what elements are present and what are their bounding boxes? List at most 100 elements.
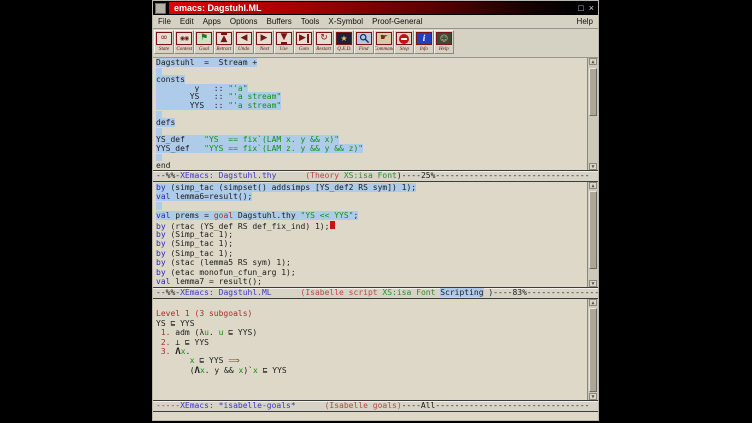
buffer-dagstuhl-thy[interactable]: Dagstuhl = Stream +consts y :: "'a" YS :… xyxy=(153,58,598,170)
context-button[interactable]: ◉◉ Context xyxy=(174,30,194,54)
buffer-isabelle-goals[interactable]: Level 1 (3 subgoals)YS ⊑ YYS 1. adm (λu.… xyxy=(153,299,598,400)
minibuffer[interactable] xyxy=(153,412,598,420)
scroll-down-icon[interactable]: ▼ xyxy=(589,393,597,400)
qed-button[interactable]: ★ Q.E.D. xyxy=(334,30,354,54)
use-button[interactable]: ▼ Use xyxy=(274,30,294,54)
modeline-dagstuhl-ml: --%%-XEmacs: Dagstuhl.ML (Isabelle scrip… xyxy=(153,287,598,299)
goto-button[interactable]: ▶ Goto xyxy=(294,30,314,54)
screen: emacs: Dagstuhl.ML □ × File Edit Apps Op… xyxy=(0,0,752,423)
next-button[interactable]: ▶ Next xyxy=(254,30,274,54)
retract-icon: ▲ xyxy=(216,32,232,45)
code-line: by (Simp_tac 1); xyxy=(156,249,584,258)
scroll-down-icon[interactable]: ▼ xyxy=(589,163,597,170)
window-menu-button[interactable] xyxy=(155,3,166,14)
code-line: by (Simp_tac 1); xyxy=(156,239,584,248)
selection-strip xyxy=(156,111,162,118)
menu-edit[interactable]: Edit xyxy=(180,17,194,26)
scrollbar[interactable]: ▲▼ xyxy=(587,182,598,287)
state-icon: ∞ xyxy=(156,32,172,45)
menu-options[interactable]: Options xyxy=(230,17,258,26)
code-line: by (stac (lemma5 RS sym) 1); xyxy=(156,258,584,267)
code-line: val prems = goal Dagstuhl.thy "YS << YYS… xyxy=(156,211,584,220)
scroll-up-icon[interactable]: ▲ xyxy=(589,58,597,65)
modeline-isabelle-goals: -----XEmacs: *isabelle-goals* (Isabelle … xyxy=(153,400,598,412)
selection-strip xyxy=(156,154,162,161)
command-button[interactable]: ☛ Command xyxy=(374,30,394,54)
scrollbar[interactable]: ▲▼ xyxy=(587,299,598,400)
qed-icon: ★ xyxy=(336,32,352,45)
code-line: val lemma6=result(); xyxy=(156,192,584,201)
code-line xyxy=(156,300,584,309)
goal-flag-icon: ⚑ xyxy=(196,32,212,45)
scroll-up-icon[interactable]: ▲ xyxy=(589,299,597,306)
code-line: Dagstuhl = Stream + xyxy=(156,59,584,68)
scrollbar-thumb[interactable] xyxy=(589,191,597,269)
goal-button[interactable]: ⚑ Goal xyxy=(194,30,214,54)
code-line: YYS_def "YYS == fix`(LAM z. y && y && z)… xyxy=(156,145,584,154)
code-line: 1. adm (λu. u ⊑ YYS) xyxy=(156,328,584,337)
xemacs-window: emacs: Dagstuhl.ML □ × File Edit Apps Op… xyxy=(152,0,599,421)
code-line: YS ⊑ YYS xyxy=(156,319,584,328)
stop-sign-icon xyxy=(396,32,412,45)
title-bar: emacs: Dagstuhl.ML □ × xyxy=(153,1,598,15)
code-line: end xyxy=(156,162,584,170)
context-icon: ◉◉ xyxy=(176,32,192,45)
undo-arrow-icon: ◀ xyxy=(236,32,252,45)
code-line: val lemma7 = result(); xyxy=(156,277,584,286)
selection-strip xyxy=(156,202,162,210)
state-button[interactable]: ∞ State xyxy=(154,30,174,54)
restart-icon: ↻ xyxy=(316,32,332,45)
code-line: x ⊑ YYS ⟹ xyxy=(156,356,584,365)
buffer-dagstuhl-ml[interactable]: by (simp_tac (simpset() addsimps [YS_def… xyxy=(153,182,598,287)
menu-apps[interactable]: Apps xyxy=(203,17,221,26)
code-line: 2. ⊥ ⊑ YYS xyxy=(156,338,584,347)
text-cursor xyxy=(330,221,335,229)
restart-button[interactable]: ↻ Restart xyxy=(314,30,334,54)
code-line: (Λx. y && x)`x ⊑ YYS xyxy=(156,366,584,375)
menu-tools[interactable]: Tools xyxy=(301,17,320,26)
scrollbar-thumb[interactable] xyxy=(589,68,597,116)
use-icon: ▼ xyxy=(276,32,292,45)
code-line: Level 1 (3 subgoals) xyxy=(156,309,584,318)
menu-help[interactable]: Help xyxy=(577,17,593,26)
close-icon[interactable]: × xyxy=(589,3,594,13)
menu-bar: File Edit Apps Options Buffers Tools X-S… xyxy=(153,15,598,29)
code-line: by (rtac (YS_def RS def_fix_ind) 1); xyxy=(156,221,584,230)
modeline-dagstuhl-thy: --%%-XEmacs: Dagstuhl.thy (Theory XS:isa… xyxy=(153,170,598,182)
next-arrow-icon: ▶ xyxy=(256,32,272,45)
stop-button[interactable]: Stop xyxy=(394,30,414,54)
maximize-icon[interactable]: □ xyxy=(578,3,583,13)
window-title: emacs: Dagstuhl.ML xyxy=(169,2,574,14)
code-line xyxy=(156,154,584,163)
magnifier-icon xyxy=(356,32,372,45)
help-person-icon: ☺ xyxy=(436,32,452,45)
retract-button[interactable]: ▲ Retract xyxy=(214,30,234,54)
code-line: by (simp_tac (simpset() addsimps [YS_def… xyxy=(156,183,584,192)
code-line: defs xyxy=(156,119,584,128)
scroll-down-icon[interactable]: ▼ xyxy=(589,280,597,287)
code-line xyxy=(156,202,584,211)
proof-toolbar: ∞ State ◉◉ Context ⚑ Goal ▲ Retract ◀ Un… xyxy=(153,29,598,58)
scrollbar-thumb[interactable] xyxy=(589,308,597,392)
scrollbar[interactable]: ▲▼ xyxy=(587,58,598,170)
selection-strip xyxy=(156,128,162,135)
code-line: 3. Λx. xyxy=(156,347,584,356)
scroll-up-icon[interactable]: ▲ xyxy=(589,182,597,189)
menu-file[interactable]: File xyxy=(158,17,171,26)
menu-proof-general[interactable]: Proof-General xyxy=(372,17,422,26)
pointing-hand-icon: ☛ xyxy=(376,32,392,45)
goto-icon: ▶ xyxy=(296,32,312,45)
code-line xyxy=(156,68,584,77)
selection-strip xyxy=(156,68,162,75)
menu-buffers[interactable]: Buffers xyxy=(267,17,292,26)
find-button[interactable]: Find xyxy=(354,30,374,54)
info-button[interactable]: i Info xyxy=(414,30,434,54)
code-line: by (etac monofun_cfun_arg 1); xyxy=(156,268,584,277)
info-icon: i xyxy=(416,32,432,45)
help-button[interactable]: ☺ Help xyxy=(434,30,454,54)
code-line xyxy=(156,111,584,120)
undo-button[interactable]: ◀ Undo xyxy=(234,30,254,54)
code-line: YYS :: "'a stream" xyxy=(156,102,584,111)
code-line: by (Simp_tac 1); xyxy=(156,230,584,239)
menu-x-symbol[interactable]: X-Symbol xyxy=(328,17,363,26)
